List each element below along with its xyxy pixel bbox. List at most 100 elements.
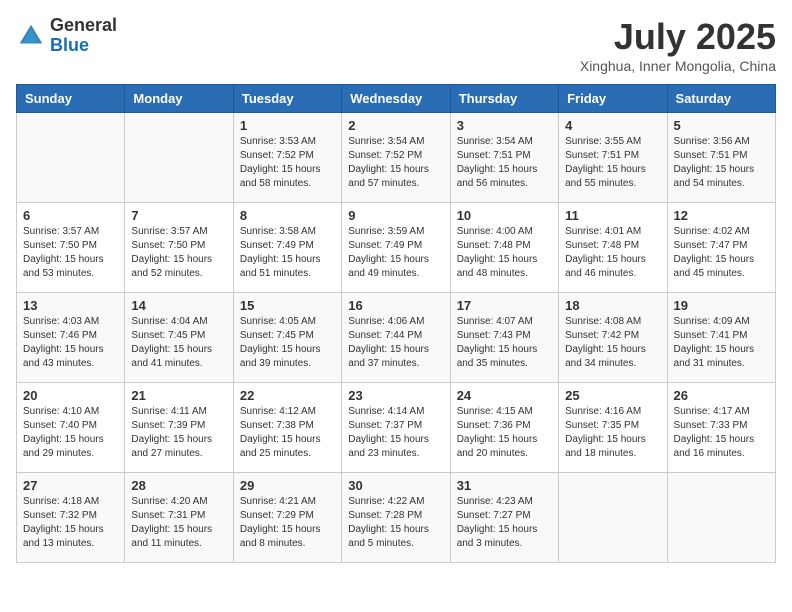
day-number: 20 [23, 388, 118, 403]
calendar-cell: 11Sunrise: 4:01 AM Sunset: 7:48 PM Dayli… [559, 203, 667, 293]
day-number: 10 [457, 208, 552, 223]
day-number: 5 [674, 118, 769, 133]
day-info: Sunrise: 4:09 AM Sunset: 7:41 PM Dayligh… [674, 315, 769, 371]
calendar-week-row: 20Sunrise: 4:10 AM Sunset: 7:40 PM Dayli… [17, 383, 776, 473]
calendar-cell: 15 Sunrise: 4:05 AM Sunset: 7:45 PM Dayli… [233, 293, 341, 383]
calendar-cell: 29Sunrise: 4:21 AM Sunset: 7:29 PM Dayli… [233, 473, 341, 563]
calendar-cell: 27 Sunrise: 4:18 AM Sunset: 7:32 PM Dayli… [17, 473, 125, 563]
day-number: 9 [348, 208, 443, 223]
day-info: Sunrise: 4:17 AM Sunset: 7:33 PM Dayligh… [674, 405, 769, 461]
calendar-cell: 30 Sunrise: 4:22 AM Sunset: 7:28 PM Dayli… [342, 473, 450, 563]
col-thursday: Thursday [450, 85, 558, 113]
col-wednesday: Wednesday [342, 85, 450, 113]
day-number: 3 [457, 118, 552, 133]
calendar-cell: 13 Sunrise: 4:03 AM Sunset: 7:46 PM Dayli… [17, 293, 125, 383]
calendar-cell [17, 113, 125, 203]
calendar-cell: 6 Sunrise: 3:57 AM Sunset: 7:50 PM Daylig… [17, 203, 125, 293]
calendar-cell: 22Sunrise: 4:12 AM Sunset: 7:38 PM Dayli… [233, 383, 341, 473]
col-sunday: Sunday [17, 85, 125, 113]
day-number: 15 [240, 298, 335, 313]
day-info: Sunrise: 3:56 AM Sunset: 7:51 PM Dayligh… [674, 135, 769, 191]
calendar-cell: 25 Sunrise: 4:16 AM Sunset: 7:35 PM Dayli… [559, 383, 667, 473]
day-info: Sunrise: 4:11 AM Sunset: 7:39 PM Dayligh… [131, 405, 226, 461]
day-info: Sunrise: 4:05 AM Sunset: 7:45 PM Dayligh… [240, 315, 335, 371]
day-number: 8 [240, 208, 335, 223]
day-info: Sunrise: 3:58 AM Sunset: 7:49 PM Dayligh… [240, 225, 335, 281]
day-number: 2 [348, 118, 443, 133]
calendar-cell: 2 Sunrise: 3:54 AM Sunset: 7:52 PM Daylig… [342, 113, 450, 203]
day-number: 23 [348, 388, 443, 403]
day-number: 30 [348, 478, 443, 493]
calendar-cell: 31 Sunrise: 4:23 AM Sunset: 7:27 PM Dayli… [450, 473, 558, 563]
calendar-cell: 16 Sunrise: 4:06 AM Sunset: 7:44 PM Dayli… [342, 293, 450, 383]
day-info: Sunrise: 3:57 AM Sunset: 7:50 PM Dayligh… [23, 225, 118, 281]
day-number: 14 [131, 298, 226, 313]
day-number: 31 [457, 478, 552, 493]
day-info: Sunrise: 3:53 AM Sunset: 7:52 PM Dayligh… [240, 135, 335, 191]
day-info: Sunrise: 3:55 AM Sunset: 7:51 PM Dayligh… [565, 135, 660, 191]
day-info: Sunrise: 4:06 AM Sunset: 7:44 PM Dayligh… [348, 315, 443, 371]
col-tuesday: Tuesday [233, 85, 341, 113]
calendar-cell: 28 Sunrise: 4:20 AM Sunset: 7:31 PM Dayli… [125, 473, 233, 563]
day-number: 16 [348, 298, 443, 313]
day-info: Sunrise: 4:04 AM Sunset: 7:45 PM Dayligh… [131, 315, 226, 371]
day-info: Sunrise: 3:59 AM Sunset: 7:49 PM Dayligh… [348, 225, 443, 281]
day-number: 21 [131, 388, 226, 403]
day-number: 4 [565, 118, 660, 133]
day-info: Sunrise: 4:15 AM Sunset: 7:36 PM Dayligh… [457, 405, 552, 461]
calendar-cell: 21 Sunrise: 4:11 AM Sunset: 7:39 PM Dayli… [125, 383, 233, 473]
logo: General Blue [16, 16, 117, 56]
logo-icon [16, 21, 46, 51]
day-info: Sunrise: 4:23 AM Sunset: 7:27 PM Dayligh… [457, 495, 552, 551]
day-info: Sunrise: 4:16 AM Sunset: 7:35 PM Dayligh… [565, 405, 660, 461]
calendar-cell: 3Sunrise: 3:54 AM Sunset: 7:51 PM Daylig… [450, 113, 558, 203]
calendar-cell: 17 Sunrise: 4:07 AM Sunset: 7:43 PM Dayli… [450, 293, 558, 383]
calendar-cell: 24 Sunrise: 4:15 AM Sunset: 7:36 PM Dayli… [450, 383, 558, 473]
col-saturday: Saturday [667, 85, 775, 113]
calendar-cell: 9 Sunrise: 3:59 AM Sunset: 7:49 PM Daylig… [342, 203, 450, 293]
day-number: 24 [457, 388, 552, 403]
day-number: 17 [457, 298, 552, 313]
day-info: Sunrise: 3:57 AM Sunset: 7:50 PM Dayligh… [131, 225, 226, 281]
calendar-cell: 12 Sunrise: 4:02 AM Sunset: 7:47 PM Dayli… [667, 203, 775, 293]
day-info: Sunrise: 4:07 AM Sunset: 7:43 PM Dayligh… [457, 315, 552, 371]
day-number: 18 [565, 298, 660, 313]
day-number: 13 [23, 298, 118, 313]
day-info: Sunrise: 4:14 AM Sunset: 7:37 PM Dayligh… [348, 405, 443, 461]
day-number: 6 [23, 208, 118, 223]
calendar-cell: 8 Sunrise: 3:58 AM Sunset: 7:49 PM Daylig… [233, 203, 341, 293]
day-info: Sunrise: 4:00 AM Sunset: 7:48 PM Dayligh… [457, 225, 552, 281]
day-info: Sunrise: 4:20 AM Sunset: 7:31 PM Dayligh… [131, 495, 226, 551]
day-number: 22 [240, 388, 335, 403]
day-number: 26 [674, 388, 769, 403]
day-number: 12 [674, 208, 769, 223]
calendar-cell: 4 Sunrise: 3:55 AM Sunset: 7:51 PM Daylig… [559, 113, 667, 203]
calendar-cell: 7 Sunrise: 3:57 AM Sunset: 7:50 PM Daylig… [125, 203, 233, 293]
day-number: 28 [131, 478, 226, 493]
day-info: Sunrise: 3:54 AM Sunset: 7:52 PM Dayligh… [348, 135, 443, 191]
day-info: Sunrise: 4:22 AM Sunset: 7:28 PM Dayligh… [348, 495, 443, 551]
calendar-week-row: 13 Sunrise: 4:03 AM Sunset: 7:46 PM Dayli… [17, 293, 776, 383]
calendar-cell: 26 Sunrise: 4:17 AM Sunset: 7:33 PM Dayli… [667, 383, 775, 473]
calendar-cell: 1 Sunrise: 3:53 AM Sunset: 7:52 PM Daylig… [233, 113, 341, 203]
day-info: Sunrise: 4:02 AM Sunset: 7:47 PM Dayligh… [674, 225, 769, 281]
day-number: 1 [240, 118, 335, 133]
day-number: 25 [565, 388, 660, 403]
logo-general: General [50, 16, 117, 36]
calendar-week-row: 6 Sunrise: 3:57 AM Sunset: 7:50 PM Daylig… [17, 203, 776, 293]
day-number: 19 [674, 298, 769, 313]
day-info: Sunrise: 4:18 AM Sunset: 7:32 PM Dayligh… [23, 495, 118, 551]
calendar-cell [125, 113, 233, 203]
day-number: 7 [131, 208, 226, 223]
day-info: Sunrise: 4:03 AM Sunset: 7:46 PM Dayligh… [23, 315, 118, 371]
calendar-cell: 18Sunrise: 4:08 AM Sunset: 7:42 PM Dayli… [559, 293, 667, 383]
day-number: 27 [23, 478, 118, 493]
calendar-cell: 10 Sunrise: 4:00 AM Sunset: 7:48 PM Dayli… [450, 203, 558, 293]
calendar-table: Sunday Monday Tuesday Wednesday Thursday… [16, 84, 776, 563]
logo-text: General Blue [50, 16, 117, 56]
calendar-header-row: Sunday Monday Tuesday Wednesday Thursday… [17, 85, 776, 113]
day-number: 29 [240, 478, 335, 493]
calendar-cell [667, 473, 775, 563]
day-number: 11 [565, 208, 660, 223]
col-monday: Monday [125, 85, 233, 113]
